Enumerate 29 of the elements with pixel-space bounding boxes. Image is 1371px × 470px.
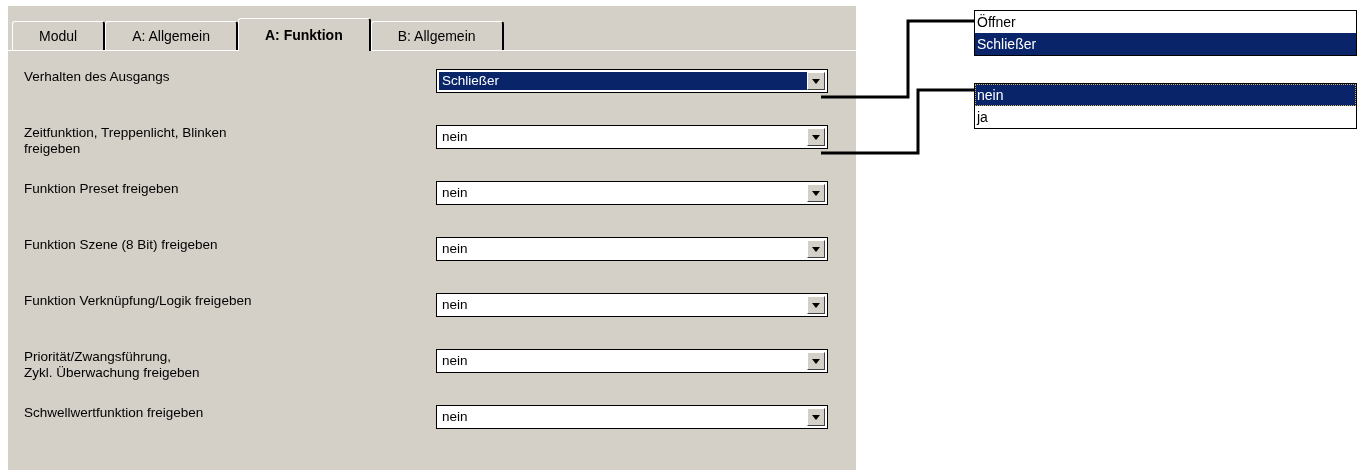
tab[interactable]: A: Allgemein	[105, 21, 238, 50]
dropdown[interactable]: nein	[436, 125, 828, 149]
dropdown-value: nein	[441, 128, 469, 146]
tab[interactable]: Modul	[12, 21, 106, 50]
dropdown-value: nein	[441, 184, 469, 202]
parameter-label: Zeitfunktion, Treppenlicht, Blinken freigeben	[23, 124, 228, 157]
dropdown[interactable]: Schließer	[436, 69, 828, 93]
tab[interactable]: A: Funktion	[237, 18, 371, 51]
list-option[interactable]: Öffner	[975, 11, 1356, 33]
dropdown[interactable]: nein	[436, 237, 828, 261]
dropdown[interactable]: nein	[436, 405, 828, 429]
dropdown-value: Schließer	[439, 72, 807, 90]
parameter-label: Schwellwertfunktion freigeben	[23, 404, 205, 421]
dropdown[interactable]: nein	[436, 349, 828, 373]
list-option[interactable]: Schließer	[975, 33, 1356, 55]
dropdown[interactable]: nein	[436, 293, 828, 317]
dropdown-value: nein	[441, 296, 469, 314]
parameter-label: Funktion Preset freigeben	[23, 180, 180, 197]
tab[interactable]: B: Allgemein	[370, 21, 504, 50]
dropdown-value: nein	[441, 352, 469, 370]
parameter-label: Funktion Verknüpfung/Logik freigeben	[23, 292, 253, 309]
list-option[interactable]: nein	[975, 84, 1356, 106]
dropdown-value: nein	[441, 408, 469, 426]
parameter-label: Priorität/Zwangsführung, Zykl. Überwachung freigeben	[23, 348, 201, 381]
dropdown[interactable]: nein	[436, 181, 828, 205]
dropdown-value: nein	[441, 240, 469, 258]
parameter-label: Verhalten des Ausgangs	[23, 68, 171, 85]
parameter-label: Funktion Szene (8 Bit) freigeben	[23, 236, 219, 253]
list-option[interactable]: ja	[975, 106, 1356, 128]
